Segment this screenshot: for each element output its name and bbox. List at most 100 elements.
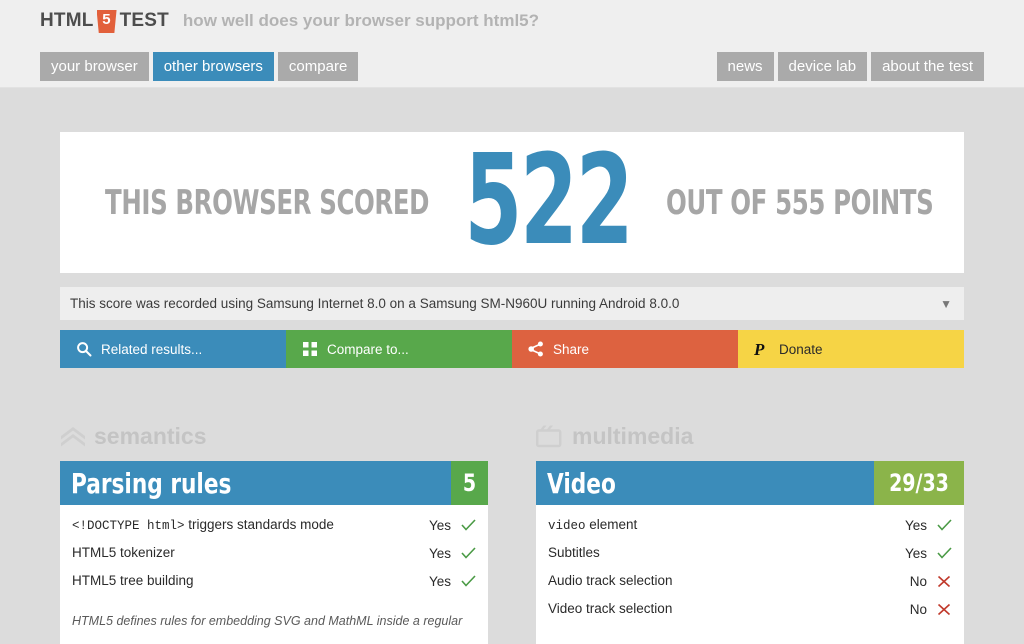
- search-icon: [75, 341, 92, 358]
- category-columns: semantics Parsing rules 5 <!DOCTYPE html…: [60, 422, 964, 644]
- panel-title-text: Parsing rules: [71, 466, 232, 500]
- nav-your-browser[interactable]: your browser: [40, 52, 149, 81]
- nav-compare[interactable]: compare: [277, 52, 359, 81]
- nav-primary: your browser other browsers compare: [40, 52, 359, 81]
- paypal-icon: P: [753, 341, 770, 358]
- feature-label: Audio track selection: [548, 573, 910, 589]
- category-label-semantics: semantics: [94, 422, 207, 449]
- category-heading-semantics: semantics: [60, 422, 488, 450]
- device-selector[interactable]: This score was recorded using Samsung In…: [60, 287, 964, 320]
- grid-icon: [301, 341, 318, 358]
- shield-digit: 5: [102, 11, 111, 28]
- donate-button[interactable]: P Donate: [738, 330, 964, 368]
- cross-icon: [936, 603, 952, 616]
- feature-text: triggers standards mode: [184, 517, 334, 532]
- table-row: Subtitles Yes: [548, 539, 952, 567]
- panel-note: [536, 623, 964, 644]
- html5-shield-icon: 5: [96, 10, 117, 33]
- panel-score-text: 5: [462, 469, 477, 497]
- category-heading-multimedia: multimedia: [536, 422, 964, 450]
- chevron-down-icon[interactable]: ▼: [940, 298, 952, 310]
- feature-value: Yes: [428, 573, 451, 589]
- feature-text: Video track selection: [548, 601, 673, 616]
- score-suffix-label: OUT OF 555 POINTS: [666, 182, 934, 223]
- panel-parsing-rules: Parsing rules 5 <!DOCTYPE html> triggers…: [60, 461, 488, 644]
- table-row: HTML5 tree building Yes: [72, 567, 476, 595]
- table-row: HTML5 tokenizer Yes: [72, 539, 476, 567]
- feature-text: HTML5 tree building: [72, 573, 194, 588]
- compare-to-label: Compare to...: [327, 341, 409, 357]
- feature-code: video: [548, 519, 586, 533]
- feature-code: <!DOCTYPE html>: [72, 519, 185, 533]
- nav-about-the-test[interactable]: about the test: [871, 52, 984, 81]
- page-body: THIS BROWSER SCORED 522 OUT OF 555 POINT…: [0, 132, 1024, 644]
- logo-suffix: TEST: [119, 9, 169, 31]
- score-value: 522: [463, 128, 633, 273]
- score-card: THIS BROWSER SCORED 522 OUT OF 555 POINT…: [60, 132, 964, 273]
- panel-score-badge: 5: [450, 461, 488, 505]
- content-wrapper: THIS BROWSER SCORED 522 OUT OF 555 POINT…: [60, 132, 964, 644]
- share-icon: [527, 341, 544, 358]
- related-results-label: Related results...: [101, 341, 203, 357]
- panel-title-parsing-rules: Parsing rules: [60, 461, 451, 505]
- cross-icon: [936, 575, 952, 588]
- table-row: video element Yes: [548, 511, 952, 539]
- feature-text: Audio track selection: [548, 573, 673, 588]
- feature-value: Yes: [904, 517, 927, 533]
- feature-value: Yes: [428, 545, 451, 561]
- check-icon: [936, 547, 952, 559]
- feature-label: Video track selection: [548, 601, 910, 617]
- share-button[interactable]: Share: [512, 330, 738, 368]
- check-icon: [460, 575, 476, 587]
- compare-to-button[interactable]: Compare to...: [286, 330, 512, 368]
- table-row: Video track selection No: [548, 595, 952, 623]
- panel-score-text: 29/33: [889, 469, 949, 497]
- logo-prefix: HTML: [40, 9, 94, 31]
- feature-label: HTML5 tree building: [72, 573, 429, 589]
- panel-header: Video 29/33: [536, 461, 964, 505]
- check-icon: [460, 547, 476, 559]
- brand: HTML 5 TEST how well does your browser s…: [40, 9, 540, 33]
- feature-rows: <!DOCTYPE html> triggers standards mode …: [60, 505, 488, 595]
- related-results-button[interactable]: Related results...: [60, 330, 286, 368]
- site-tagline: how well does your browser support html5…: [182, 10, 540, 30]
- feature-label: video element: [548, 517, 905, 533]
- score-prefix-label: THIS BROWSER SCORED: [104, 182, 429, 223]
- panel-score-badge: 29/33: [874, 461, 964, 505]
- panel-title-text: Video: [547, 466, 616, 500]
- feature-value: Yes: [428, 517, 451, 533]
- double-chevron-up-icon: [60, 425, 86, 447]
- nav-device-lab[interactable]: device lab: [777, 52, 868, 81]
- table-row: Audio track selection No: [548, 567, 952, 595]
- table-row: <!DOCTYPE html> triggers standards mode …: [72, 511, 476, 539]
- svg-text:P: P: [754, 341, 765, 358]
- feature-label: Subtitles: [548, 545, 905, 561]
- feature-text: HTML5 tokenizer: [72, 545, 175, 560]
- site-header: HTML 5 TEST how well does your browser s…: [0, 0, 1024, 88]
- panel-video: Video 29/33 video element Yes Subtitles …: [536, 461, 964, 644]
- feature-label: HTML5 tokenizer: [72, 545, 429, 561]
- column-multimedia: multimedia Video 29/33 video element Yes: [536, 422, 964, 644]
- html5test-logo[interactable]: HTML 5 TEST: [40, 9, 169, 33]
- action-bar: Related results... Compare to... Share P…: [60, 330, 964, 368]
- feature-label: <!DOCTYPE html> triggers standards mode: [72, 517, 429, 533]
- feature-value: No: [909, 601, 927, 617]
- panel-note: HTML5 defines rules for embedding SVG an…: [72, 614, 463, 628]
- category-label-multimedia: multimedia: [572, 422, 694, 449]
- donate-label: Donate: [779, 341, 823, 357]
- feature-rows: video element Yes Subtitles Yes Audio tr…: [536, 505, 964, 623]
- nav-other-browsers[interactable]: other browsers: [152, 52, 274, 81]
- main-navigation: your browser other browsers compare news…: [0, 52, 1024, 82]
- panel-title-video: Video: [536, 461, 874, 505]
- device-selector-text: This score was recorded using Samsung In…: [70, 296, 680, 311]
- check-icon: [460, 519, 476, 531]
- feature-value: No: [909, 573, 927, 589]
- check-icon: [936, 519, 952, 531]
- nav-news[interactable]: news: [716, 52, 774, 81]
- feature-text: Subtitles: [548, 545, 600, 560]
- panel-header: Parsing rules 5: [60, 461, 488, 505]
- feature-text: element: [585, 517, 638, 532]
- clapperboard-icon: [536, 424, 564, 448]
- column-semantics: semantics Parsing rules 5 <!DOCTYPE html…: [60, 422, 488, 644]
- feature-value: Yes: [904, 545, 927, 561]
